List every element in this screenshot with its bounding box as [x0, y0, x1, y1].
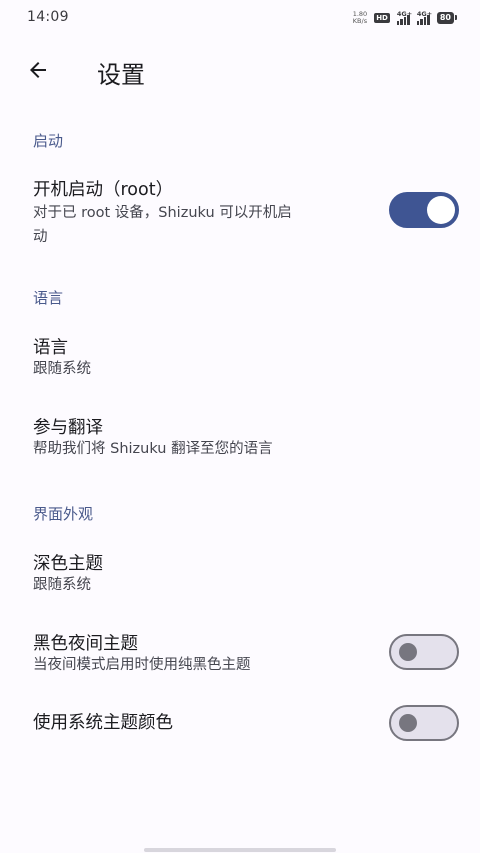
back-button[interactable]: [20, 52, 56, 88]
switch-thumb: [427, 196, 455, 224]
pref-summary: 帮助我们将 Shizuku 翻译至您的语言: [33, 441, 273, 457]
signal-sim1-label: 4G+: [396, 10, 413, 18]
network-speed-unit: KB/s: [352, 17, 368, 25]
status-bar: 14:09 1.80 KB/s HD 4G+ 4G+ 80: [0, 0, 480, 34]
pref-title: 开机启动（root）: [33, 180, 174, 200]
section-header-startup: 启动: [33, 132, 64, 150]
status-indicators: 1.80 KB/s HD 4G+ 4G+ 80: [353, 9, 458, 27]
pref-summary: 跟随系统: [33, 577, 91, 593]
switch-thumb: [399, 643, 417, 661]
navigation-handle[interactable]: [144, 848, 336, 852]
boot-start-switch[interactable]: [389, 192, 459, 228]
network-speed: 1.80 KB/s: [353, 11, 367, 25]
signal-sim2-label: 4G+: [416, 10, 433, 18]
pref-title: 使用系统主题颜色: [33, 713, 173, 733]
black-night-theme-pref[interactable]: 黑色夜间主题 当夜间模式启用时使用纯黑色主题: [0, 618, 480, 690]
pref-title: 语言: [33, 338, 68, 358]
boot-start-pref[interactable]: 开机启动（root） 对于已 root 设备，Shizuku 可以开机启 动: [0, 165, 480, 255]
language-pref[interactable]: 语言 跟随系统: [0, 322, 480, 394]
page-title: 设置: [97, 61, 145, 89]
hd-voice-icon: HD: [374, 13, 390, 23]
signal-sim2-icon: 4G+: [416, 10, 433, 25]
status-time: 14:09: [27, 9, 69, 25]
translate-pref[interactable]: 参与翻译 帮助我们将 Shizuku 翻译至您的语言: [0, 402, 480, 474]
battery-icon: 80: [436, 12, 458, 24]
black-night-theme-switch[interactable]: [389, 634, 459, 670]
system-colors-switch[interactable]: [389, 705, 459, 741]
system-colors-pref[interactable]: 使用系统主题颜色: [0, 698, 480, 748]
pref-summary-line1: 对于已 root 设备，Shizuku 可以开机启: [33, 205, 292, 221]
signal-sim1-icon: 4G+: [396, 10, 413, 25]
dark-theme-pref[interactable]: 深色主题 跟随系统: [0, 538, 480, 610]
pref-title: 深色主题: [33, 554, 103, 574]
arrow-back-icon: [30, 62, 46, 78]
section-header-appearance: 界面外观: [33, 505, 94, 523]
switch-thumb: [399, 714, 417, 732]
pref-summary: 对于已 root 设备，Shizuku 可以开机启 动: [33, 201, 292, 249]
pref-title: 参与翻译: [33, 418, 103, 438]
settings-screen: 14:09 1.80 KB/s HD 4G+ 4G+ 80 设置 启动 开机启动: [0, 0, 480, 853]
pref-summary: 跟随系统: [33, 361, 91, 377]
pref-title: 黑色夜间主题: [33, 634, 138, 654]
section-header-language: 语言: [33, 289, 64, 307]
pref-summary-line2: 动: [33, 229, 48, 245]
pref-summary: 当夜间模式启用时使用纯黑色主题: [33, 657, 251, 673]
